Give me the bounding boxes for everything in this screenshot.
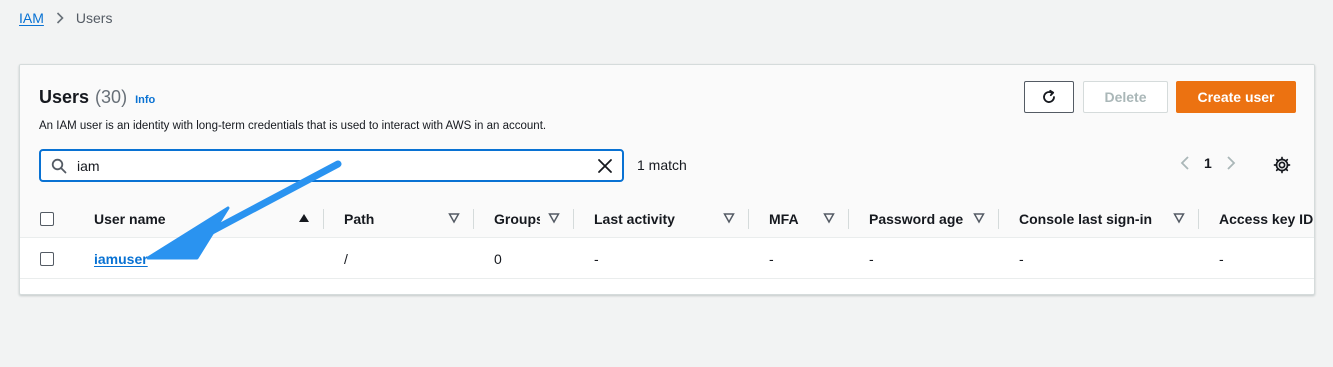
breadcrumb-current: Users	[75, 10, 113, 26]
info-link[interactable]: Info	[135, 94, 155, 106]
cell-path: /	[344, 251, 348, 267]
sort-icon[interactable]	[448, 212, 460, 224]
column-divider[interactable]	[748, 209, 749, 229]
breadcrumb: IAM Users	[19, 10, 112, 26]
gear-icon[interactable]	[1273, 156, 1291, 174]
column-divider[interactable]	[473, 209, 474, 229]
previous-page-icon[interactable]	[1180, 155, 1190, 171]
cell-access-key-id: -	[1219, 251, 1224, 267]
users-panel: Users (30) Info An IAM user is an identi…	[19, 64, 1315, 295]
sort-icon[interactable]	[973, 212, 985, 224]
sort-ascending-icon[interactable]	[298, 212, 310, 224]
column-divider[interactable]	[573, 209, 574, 229]
search-icon	[51, 158, 67, 174]
chevron-right-icon	[56, 12, 64, 24]
search-box	[39, 149, 624, 182]
sort-icon[interactable]	[823, 212, 835, 224]
pagination: 1	[1180, 155, 1236, 171]
panel-description: An IAM user is an identity with long-ter…	[39, 120, 547, 132]
sort-icon[interactable]	[1173, 212, 1185, 224]
cell-password-age: -	[869, 251, 874, 267]
breadcrumb-iam-link[interactable]: IAM	[19, 10, 44, 26]
title-row: Users (30) Info	[39, 87, 155, 108]
cell-groups: 0	[494, 251, 502, 267]
next-page-icon[interactable]	[1226, 155, 1236, 171]
row-checkbox[interactable]	[40, 252, 54, 266]
delete-button[interactable]: Delete	[1083, 81, 1168, 113]
create-user-button[interactable]: Create user	[1176, 81, 1296, 113]
sort-icon[interactable]	[723, 212, 735, 224]
user-name-link[interactable]: iamuser	[94, 251, 148, 267]
refresh-icon	[1041, 89, 1057, 105]
search-input[interactable]	[77, 157, 577, 174]
sort-icon[interactable]	[548, 212, 560, 224]
column-header-console-last-sign-in[interactable]: Console last sign-in	[1019, 200, 1152, 238]
clear-search-icon[interactable]	[596, 157, 614, 175]
column-divider[interactable]	[998, 209, 999, 229]
table-header: User name Path Groups Last activity MFA	[20, 200, 1314, 238]
column-header-password-age[interactable]: Password age	[869, 200, 963, 238]
column-header-path[interactable]: Path	[344, 200, 374, 238]
column-header-mfa[interactable]: MFA	[769, 200, 799, 238]
column-divider[interactable]	[1198, 209, 1199, 229]
cell-last-activity: -	[594, 251, 599, 267]
current-page[interactable]: 1	[1204, 155, 1212, 171]
column-header-access-key-id[interactable]: Access key ID	[1219, 200, 1313, 238]
column-divider[interactable]	[848, 209, 849, 229]
user-count: (30)	[95, 87, 128, 107]
column-header-last-activity[interactable]: Last activity	[594, 200, 675, 238]
column-header-user-name[interactable]: User name	[94, 200, 166, 238]
select-all-checkbox[interactable]	[40, 212, 54, 226]
refresh-button[interactable]	[1024, 81, 1074, 113]
column-header-groups[interactable]: Groups	[494, 200, 540, 238]
page-title: Users	[39, 87, 90, 107]
cell-console-last-sign-in: -	[1019, 251, 1024, 267]
panel-header: Users (30) Info An IAM user is an identi…	[20, 65, 1314, 238]
match-count: 1 match	[637, 157, 687, 173]
cell-mfa: -	[769, 251, 774, 267]
column-divider[interactable]	[323, 209, 324, 229]
table-row: iamuser / 0 - - - - -	[20, 239, 1314, 279]
cell-user-name: iamuser	[94, 239, 148, 279]
